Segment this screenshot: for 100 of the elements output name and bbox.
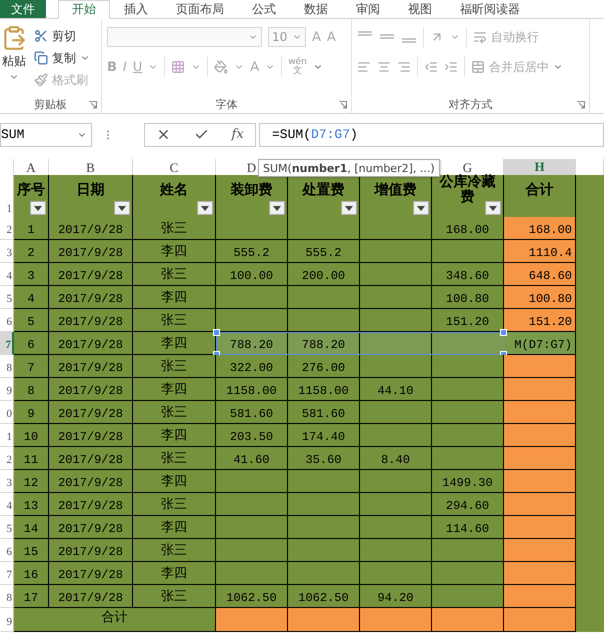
table-cell: 2017/9/28 [49,309,133,332]
table-cell [288,309,360,332]
table-cell [360,309,432,332]
table-cell [360,240,432,263]
filter-button[interactable] [341,201,357,215]
row-header[interactable]: 8 [0,355,14,378]
table-cell [576,608,604,632]
table-cell: 2017/9/28 [49,516,133,539]
group-label: 字体 [216,96,238,112]
table-cell: 2017/9/28 [49,470,133,493]
row-header[interactable]: 4 [0,493,14,516]
function-tooltip: SUM(number1, [number2], ...) [258,159,440,177]
table-cell [216,539,288,562]
table-cell: 2017/9/28 [49,539,133,562]
font-name-field[interactable] [107,27,262,47]
table-cell: 2 [14,240,49,263]
table-cell: 2017/9/28 [49,424,133,447]
table-cell: 203.50 [216,424,288,447]
header-cell: 增值费 [360,175,432,219]
table-cell [504,585,576,608]
align-right-icon[interactable] [397,60,411,74]
copy-button[interactable]: 复制 [34,49,90,67]
row-header[interactable]: 3 [0,240,14,263]
dialog-launcher-icon[interactable] [339,101,347,109]
row-header[interactable]: 9 [0,608,14,632]
fill-color-icon[interactable] [214,60,228,74]
table-cell [216,516,288,539]
table-cell [432,424,504,447]
insert-function-button[interactable]: fx [232,127,244,142]
table-cell [360,608,432,632]
row-header[interactable]: 5 [0,516,14,539]
row-header[interactable]: 8 [0,585,14,608]
table-cell: M(D7:G7) [504,332,576,355]
formula-input[interactable]: =SUM(D7:G7) [259,122,604,146]
table-cell: 3 [14,263,49,286]
table-cell [360,286,432,309]
table-cell: 李四 [133,562,216,585]
table-cell: 2017/9/28 [49,332,133,355]
row-header[interactable]: 1 [0,175,14,219]
table-cell: 合计 [14,608,216,632]
table-cell [360,562,432,585]
table-cell: 4 [14,286,49,309]
align-center-icon[interactable] [377,60,391,74]
table-cell [288,286,360,309]
header-cell: 装卸费 [216,175,288,219]
table-cell [216,562,288,585]
header-cell: 公库冷藏费 [432,175,504,219]
table-cell: 2017/9/28 [49,585,133,608]
table-cell [504,608,576,632]
borders-icon[interactable] [171,60,186,74]
align-left-icon[interactable] [357,60,371,74]
scissors-icon [34,29,48,43]
row-header[interactable]: 2 [0,447,14,470]
table-cell [288,608,360,632]
filter-button[interactable] [485,201,501,215]
filter-button[interactable] [269,201,285,215]
caret-icon [489,206,497,210]
dialog-launcher-icon[interactable] [89,101,97,109]
row-header[interactable]: 3 [0,470,14,493]
dialog-launcher-icon[interactable] [577,101,585,109]
row-header[interactable]: 1 [0,424,14,447]
name-box[interactable]: SUM [0,122,92,146]
caret-icon [118,206,126,210]
table-cell: 581.60 [216,401,288,424]
row-header[interactable]: 7 [0,332,14,355]
table-cell [216,470,288,493]
cut-button[interactable]: 剪切 [34,27,90,45]
row-header[interactable]: 2 [0,217,14,240]
table-cell: 1158.00 [288,378,360,401]
indent-increase-icon[interactable] [444,60,458,74]
row-header[interactable]: 4 [0,263,14,286]
table-cell: 2017/9/28 [49,562,133,585]
row-header[interactable]: 0 [0,401,14,424]
table-cell [360,401,432,424]
table-cell: 151.20 [504,309,576,332]
table-cell [360,516,432,539]
caret-icon [34,206,42,210]
table-cell [432,240,504,263]
file-tab[interactable]: 文件 [0,0,46,18]
table-cell: 348.60 [432,263,504,286]
table-cell: 1 [14,217,49,240]
indent-decrease-icon[interactable] [424,60,438,74]
filter-button[interactable] [30,201,46,215]
filter-button[interactable] [197,201,213,215]
ribbon-tab[interactable]: 开始 [58,0,110,19]
row-header[interactable]: 6 [0,309,14,332]
row-header[interactable]: 9 [0,378,14,401]
paste-button[interactable]: 粘贴 [0,25,28,95]
header-cell: 合计 [504,175,576,219]
row-header[interactable]: 7 [0,562,14,585]
table-cell [288,539,360,562]
table-cell: 张三 [133,401,216,424]
row-header[interactable]: 5 [0,286,14,309]
row-header[interactable]: 6 [0,539,14,562]
filter-button[interactable] [114,201,130,215]
table-cell [504,424,576,447]
filter-button[interactable] [413,201,429,215]
table-cell [504,562,576,585]
table-cell: 1062.50 [288,585,360,608]
table-cell [432,378,504,401]
